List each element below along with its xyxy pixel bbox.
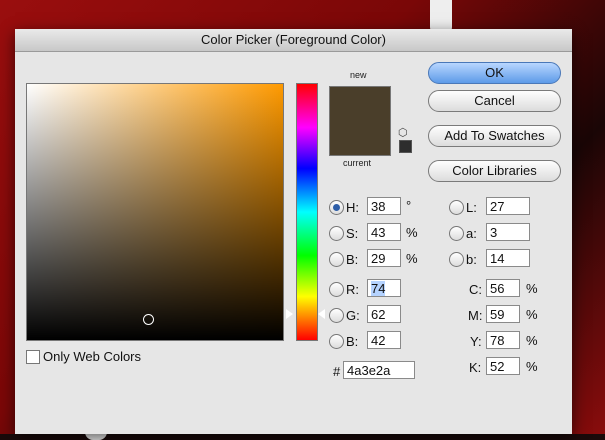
saturation-radio[interactable] [329, 226, 344, 241]
a-channel-radio[interactable] [449, 226, 464, 241]
green-label: G: [346, 308, 360, 323]
red-radio[interactable] [329, 282, 344, 297]
cyan-field[interactable]: 56 [486, 279, 520, 297]
a-channel-field[interactable]: 3 [486, 223, 530, 241]
b-channel-radio[interactable] [449, 252, 464, 267]
cyan-label: C: [469, 282, 482, 297]
black-unit: % [526, 359, 538, 374]
hue-slider-left-handle[interactable] [286, 309, 293, 319]
magenta-field[interactable]: 59 [486, 305, 520, 323]
cyan-unit: % [526, 281, 538, 296]
black-label: K: [469, 360, 482, 375]
a-channel-label: a: [466, 226, 477, 241]
hex-label: # [333, 364, 341, 379]
only-web-colors-label: Only Web Colors [43, 349, 142, 364]
current-label: current [343, 158, 372, 168]
add-to-swatches-button[interactable]: Add To Swatches [428, 125, 561, 147]
color-field[interactable] [26, 83, 284, 341]
blue-radio[interactable] [329, 334, 344, 349]
cancel-button[interactable]: Cancel [428, 90, 561, 112]
hex-field[interactable]: 4a3e2a [343, 361, 415, 379]
b-channel-field[interactable]: 14 [486, 249, 530, 267]
yellow-unit: % [526, 333, 538, 348]
hue-slider[interactable] [296, 83, 318, 341]
brightness-radio[interactable] [329, 252, 344, 267]
magenta-unit: % [526, 307, 538, 322]
hue-radio[interactable] [329, 200, 344, 215]
blue-label: B: [346, 334, 359, 349]
only-web-colors-checkbox[interactable] [26, 350, 40, 364]
hue-field[interactable]: 38 [367, 197, 401, 215]
color-preview-swatch [329, 86, 391, 156]
brightness-unit: % [406, 251, 418, 266]
b-channel-label: b: [466, 252, 477, 267]
lightness-radio[interactable] [449, 200, 464, 215]
blue-field[interactable]: 42 [367, 331, 401, 349]
magenta-label: M: [468, 308, 483, 323]
color-picker-dialog: Color Picker (Foreground Color) new curr… [15, 29, 572, 434]
red-label: R: [346, 282, 359, 297]
saturation-field[interactable]: 43 [367, 223, 401, 241]
brightness-field[interactable]: 29 [367, 249, 401, 267]
yellow-field[interactable]: 78 [486, 331, 520, 349]
black-field[interactable]: 52 [486, 357, 520, 375]
brightness-label: B: [346, 252, 359, 267]
hue-label: H: [346, 200, 359, 215]
ok-button[interactable]: OK [428, 62, 561, 84]
lightness-field[interactable]: 27 [486, 197, 530, 215]
green-radio[interactable] [329, 308, 344, 323]
color-field-marker[interactable] [143, 314, 154, 325]
saturation-label: S: [346, 226, 359, 241]
red-field-value: 74 [371, 281, 386, 296]
cube-icon[interactable]: ⬡ [398, 126, 410, 139]
saturation-unit: % [406, 225, 418, 240]
web-safe-swatch[interactable] [399, 140, 412, 153]
red-field[interactable]: 74 [367, 279, 401, 297]
hue-slider-right-handle[interactable] [318, 309, 325, 319]
yellow-label: Y: [470, 334, 482, 349]
hue-unit: ° [406, 198, 412, 213]
color-libraries-button[interactable]: Color Libraries [428, 160, 561, 182]
lightness-label: L: [466, 200, 477, 215]
window-title: Color Picker (Foreground Color) [15, 29, 572, 52]
green-field[interactable]: 62 [367, 305, 401, 323]
new-label: new [350, 70, 367, 80]
